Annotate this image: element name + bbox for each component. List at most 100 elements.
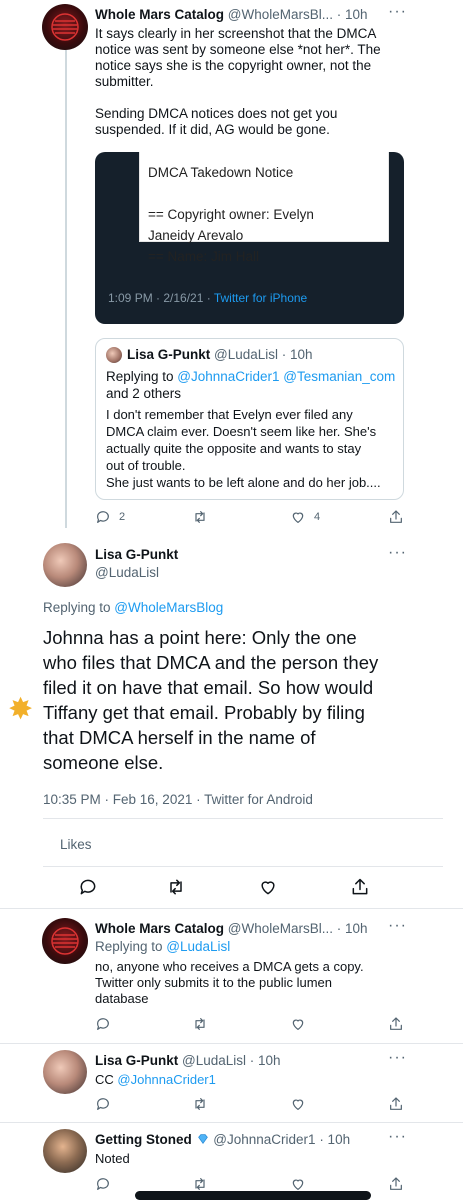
quoted-avatar [106,347,122,363]
retweet-button[interactable] [192,1176,208,1192]
more-icon[interactable]: ··· [388,1049,407,1067]
retweet-icon [195,1098,205,1110]
reply-header: Getting Stoned @JohnnaCrider1 · 10h [95,1132,350,1147]
reply-button[interactable] [95,1176,111,1192]
reply-mention[interactable]: @LudaLisl [166,939,230,954]
reply-button[interactable] [95,1096,111,1112]
avatar-getting-stoned[interactable] [43,1129,87,1173]
divider [43,866,443,867]
tweet-line: notice was sent by someone else *not her… [95,42,381,57]
notice-title: DMCA Takedown Notice [148,165,294,180]
heart-icon [292,1179,304,1190]
more-icon[interactable]: ··· [388,3,407,21]
author-handle[interactable]: @WholeMarsBl... [228,7,333,22]
retweet-button[interactable] [192,1016,208,1032]
main-line: someone else. [43,752,164,773]
main-meta: 10:35 PM · Feb 16, 2021 · Twitter for An… [43,792,313,807]
reply-button[interactable] [78,877,98,897]
author-name[interactable]: Whole Mars Catalog [95,7,224,22]
tweet-header: Whole Mars Catalog @WholeMarsBl... · 10h [95,7,368,22]
reply-button[interactable]: 2 [95,509,125,525]
tweet-line: notice says she is the copyright owner, … [95,58,372,73]
share-button[interactable] [350,877,370,897]
retweet-icon [195,511,205,523]
reply-icon [97,1178,109,1190]
reply-button[interactable] [95,1016,111,1032]
logo-icon [51,13,79,41]
reply-mention[interactable]: @WholeMarsBlog [114,600,223,615]
quoted-header: Lisa G-Punkt @LudaLisl · 10h [127,347,313,362]
share-button[interactable] [388,1176,404,1192]
main-line: that DMCA herself in the name of [43,727,316,748]
reply-others-link[interactable]: and 2 others [106,385,181,402]
reply-text: no, anyone who receives a DMCA gets a co… [95,959,364,1007]
reply-line: Twitter only submits it to the public lu… [95,975,332,990]
reply-header: Lisa G-Punkt @LudaLisl · 10h [95,1053,281,1068]
tweet-time[interactable]: · 10h [250,1053,281,1068]
avatar-lisa[interactable] [43,543,87,587]
author-name[interactable]: Getting Stoned [95,1132,192,1147]
author-name[interactable]: Lisa G-Punkt [95,547,178,562]
main-line: Johnna has a point here: Only the one [43,627,357,648]
share-button[interactable] [388,509,404,525]
more-icon[interactable]: ··· [388,1128,407,1146]
author-handle[interactable]: @LudaLisl [182,1053,246,1068]
thread-line [65,48,67,528]
share-button[interactable] [388,1096,404,1112]
author-handle[interactable]: @LudaLisl [95,565,178,580]
main-line: filed it on have that email. So how woul… [43,677,374,698]
like-button[interactable] [290,1176,306,1192]
author-handle[interactable]: @WholeMarsBl... [228,921,333,936]
replying-label: Replying to [95,939,167,954]
home-indicator[interactable] [135,1191,371,1200]
like-button[interactable] [290,1096,306,1112]
heart-icon [292,1019,304,1030]
main-author: Lisa G-Punkt @LudaLisl [95,547,178,580]
dmca-notice-card: DMCA Takedown Notice == Copyright owner:… [139,152,389,264]
quoted-line: She just wants to be left alone and do h… [106,475,381,490]
tweet-time[interactable]: · 10h [319,1132,350,1147]
author-name[interactable]: Lisa G-Punkt [95,1053,178,1068]
avatar-whole-mars[interactable] [42,918,88,964]
retweet-icon [195,1018,205,1030]
likes-link[interactable]: Likes [60,837,92,852]
replying-to: Replying to @WholeMarsBlog [43,600,223,615]
replying-label: Replying to [106,369,178,384]
like-button[interactable] [258,877,278,897]
tweet-line: Sending DMCA notices does not get you [95,106,338,121]
quoted-replying-to: Replying to @JohnnaCrider1 @Tesmanian_co… [106,368,395,385]
share-button[interactable] [388,1016,404,1032]
notice-line: == Name: Jim Hall [148,249,260,264]
quoted-author-name: Lisa G-Punkt [127,347,211,362]
replying-label: Replying to [43,600,115,615]
reply-mention[interactable]: @JohnnaCrider1 [117,1072,215,1087]
quoted-line: DMCA claim ever. Doesn't seem like her. … [106,424,377,439]
more-icon[interactable]: ··· [388,544,407,562]
reply-mentions[interactable]: @JohnnaCrider1 @Tesmanian_com [177,369,395,384]
reply-icon [97,1098,109,1110]
embed-client: Twitter for iPhone [213,291,308,305]
main-line: who files that DMCA and the person they [43,652,379,673]
avatar-lisa[interactable] [43,1050,87,1094]
reply-header: Whole Mars Catalog @WholeMarsBl... · 10h [95,921,368,936]
avatar-whole-mars[interactable] [42,4,88,50]
embedded-screenshot[interactable]: DMCA Takedown Notice == Copyright owner:… [95,152,404,324]
author-name[interactable]: Whole Mars Catalog [95,921,224,936]
divider [0,908,463,909]
replying-to: Replying to @LudaLisl [95,939,230,954]
tweet-time[interactable]: · 10h [337,7,368,22]
more-icon[interactable]: ··· [388,917,407,935]
retweet-button[interactable] [192,509,208,525]
quoted-tweet[interactable]: Lisa G-Punkt @LudaLisl · 10h Replying to… [95,338,404,500]
share-icon [390,1177,402,1190]
reply-icon [97,511,109,523]
main-tweet-text: Johnna has a point here: Only the one wh… [43,625,443,775]
author-handle[interactable]: @JohnnaCrider1 [213,1132,315,1147]
retweet-button[interactable] [166,877,186,897]
tweet-time[interactable]: · 10h [337,921,368,936]
like-button[interactable]: 4 [290,509,320,525]
retweet-button[interactable] [192,1096,208,1112]
embed-timestamp: 1:09 PM · 2/16/21 · [108,291,214,305]
share-icon [352,878,368,895]
like-button[interactable] [290,1016,306,1032]
